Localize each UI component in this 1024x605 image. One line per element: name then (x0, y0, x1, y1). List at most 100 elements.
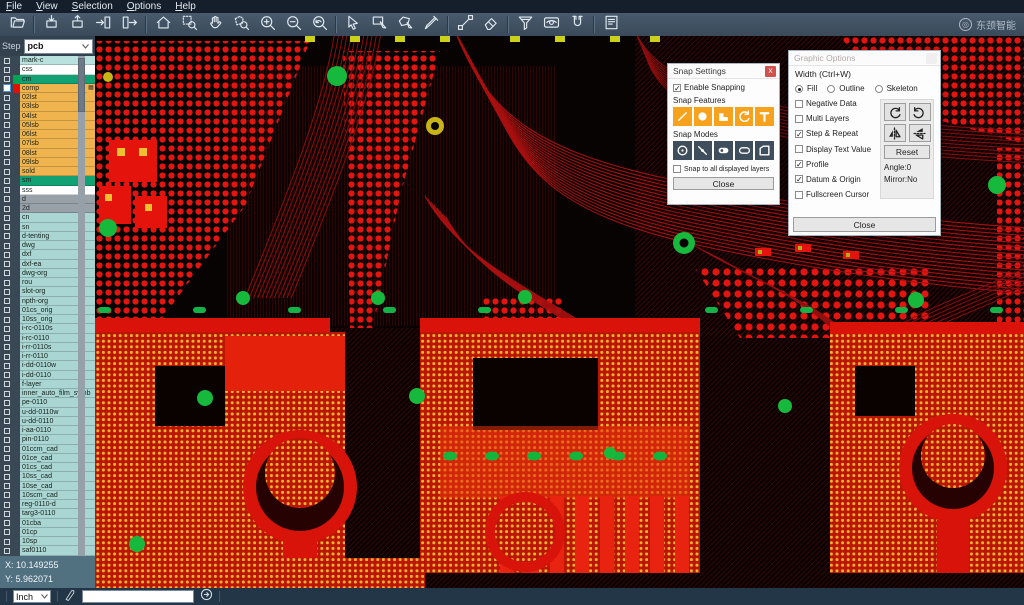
layer-checkbox[interactable] (0, 445, 13, 454)
checkbox-icon[interactable] (795, 145, 803, 153)
unit-select[interactable]: Inch (13, 590, 51, 603)
layer-checkbox[interactable] (0, 56, 13, 65)
checkbox-icon[interactable] (4, 455, 10, 461)
toolbar-zoom-poly-button[interactable] (228, 14, 254, 35)
checkbox-icon[interactable] (673, 165, 681, 173)
toolbar-home-button[interactable] (150, 14, 176, 35)
checkbox-icon[interactable] (4, 178, 10, 184)
snap-feature-text-button[interactable] (755, 107, 774, 126)
checkbox-icon[interactable] (4, 95, 10, 101)
checkbox-icon[interactable] (4, 224, 10, 230)
checkbox-icon[interactable] (4, 141, 10, 147)
layer-checkbox[interactable] (0, 65, 13, 74)
layer-checkbox[interactable] (0, 537, 13, 546)
layer-checkbox[interactable] (0, 389, 13, 398)
rotate-cw-button[interactable] (884, 103, 906, 121)
checkbox-icon[interactable] (4, 159, 10, 165)
checkbox-icon[interactable] (4, 492, 10, 498)
flip-v-button[interactable] (909, 124, 931, 142)
layer-checkbox[interactable] (0, 232, 13, 241)
layer-checkbox[interactable] (0, 158, 13, 167)
checkbox-icon[interactable] (4, 474, 10, 480)
radio-fill[interactable] (795, 85, 803, 93)
layer-checkbox[interactable] (0, 509, 13, 518)
checkbox-icon[interactable]: ✓ (795, 175, 803, 183)
layer-checkbox[interactable] (0, 491, 13, 500)
graphic-check-negative-data[interactable]: Negative Data (795, 99, 876, 108)
rotate-ccw-button[interactable] (909, 103, 931, 121)
layer-checkbox[interactable] (0, 195, 13, 204)
menu-item-help[interactable]: Help (175, 0, 196, 13)
reset-button[interactable]: Reset (884, 145, 930, 159)
checkbox-icon[interactable] (4, 418, 10, 424)
graphic-close-button[interactable]: Close (793, 217, 936, 232)
layer-checkbox[interactable] (0, 213, 13, 222)
checkbox-icon[interactable] (4, 363, 10, 369)
layer-checkbox[interactable] (0, 241, 13, 250)
checkbox-icon[interactable]: ✓ (795, 130, 803, 138)
layer-checkbox[interactable] (0, 93, 13, 102)
layer-checkbox[interactable] (0, 260, 13, 269)
checkbox-icon[interactable] (4, 548, 10, 554)
layer-checkbox[interactable] (0, 130, 13, 139)
checkbox-icon[interactable] (4, 122, 10, 128)
checkbox-icon[interactable] (4, 446, 10, 452)
command-input[interactable] (82, 590, 194, 603)
checkbox-icon[interactable] (4, 326, 10, 332)
toolbar-zoom-prev-button[interactable] (306, 14, 332, 35)
layer-checkbox[interactable] (0, 472, 13, 481)
toolbar-eraser-button[interactable] (478, 14, 504, 35)
checkbox-icon[interactable] (4, 280, 10, 286)
layer-checkbox[interactable] (0, 435, 13, 444)
layer-checkbox[interactable] (0, 417, 13, 426)
layer-checkbox[interactable] (0, 463, 13, 472)
checkbox-icon[interactable] (795, 100, 803, 108)
snap-feature-arc-button[interactable] (735, 107, 754, 126)
checkbox-icon[interactable] (4, 335, 10, 341)
checkbox-icon[interactable] (4, 409, 10, 415)
checkbox-icon[interactable] (4, 539, 10, 545)
graphic-check-fullscreen-cursor[interactable]: Fullscreen Cursor (795, 190, 876, 199)
toolbar-pan-button[interactable] (202, 14, 228, 35)
checkbox-icon[interactable] (4, 511, 10, 517)
checkbox-icon[interactable] (4, 76, 10, 82)
checkbox-icon[interactable] (4, 187, 10, 193)
checkbox-icon[interactable] (4, 391, 10, 397)
menu-item-file[interactable]: File (6, 0, 22, 13)
toolbar-zoom-out-button[interactable] (280, 14, 306, 35)
layer-checkbox[interactable] (0, 167, 13, 176)
checkbox-icon[interactable] (4, 400, 10, 406)
checkbox-icon[interactable] (4, 206, 10, 212)
layer-checkbox[interactable] (0, 204, 13, 213)
checkbox-icon[interactable] (4, 150, 10, 156)
menu-item-selection[interactable]: Selection (72, 0, 113, 13)
toolbar-measure-button[interactable] (452, 14, 478, 35)
checkbox-icon[interactable] (4, 169, 10, 175)
checkbox-icon[interactable]: ✓ (795, 160, 803, 168)
checkbox-icon[interactable] (4, 428, 10, 434)
graphic-check-multi-layers[interactable]: Multi Layers (795, 114, 876, 123)
layer-checkbox[interactable] (0, 454, 13, 463)
toolbar-report-button[interactable] (598, 14, 624, 35)
checkbox-icon[interactable] (4, 196, 10, 202)
layer-checkbox[interactable] (0, 398, 13, 407)
checkbox-icon[interactable] (4, 252, 10, 258)
apply-icon[interactable] (200, 588, 213, 605)
checkbox-icon[interactable] (4, 113, 10, 119)
checkbox-icon[interactable] (4, 243, 10, 249)
checkbox-icon[interactable] (4, 502, 10, 508)
layer-checkbox[interactable] (0, 102, 13, 111)
layer-checkbox[interactable] (0, 269, 13, 278)
checkbox-icon[interactable] (4, 233, 10, 239)
checkbox-icon[interactable] (795, 191, 803, 199)
layer-checkbox[interactable] (0, 343, 13, 352)
checkbox-icon[interactable] (4, 372, 10, 378)
checkbox-icon[interactable] (4, 104, 10, 110)
layer-checkbox[interactable] (0, 380, 13, 389)
toolbar-filter-button[interactable] (512, 14, 538, 35)
layer-grid-icon[interactable]: ▦ (87, 84, 95, 93)
layer-checkbox[interactable] (0, 546, 13, 555)
layer-checkbox[interactable] (0, 186, 13, 195)
checkbox-icon[interactable] (4, 317, 10, 323)
snap-feature-pad-button[interactable] (694, 107, 713, 126)
